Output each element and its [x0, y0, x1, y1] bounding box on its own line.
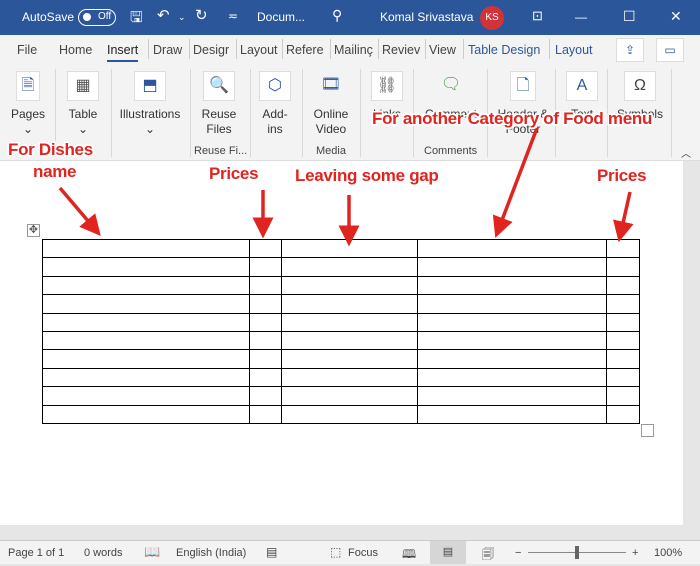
focus-icon[interactable]: ⬚: [330, 545, 341, 559]
arrow-dishes: [58, 186, 101, 237]
page-count[interactable]: Page 1 of 1: [8, 547, 64, 559]
annotation-another-category: For another Category of Food menu: [372, 109, 653, 128]
annotation-arrows: [58, 127, 634, 247]
language[interactable]: English (India): [176, 547, 246, 559]
zoom-out-button[interactable]: −: [515, 547, 521, 559]
annotation-prices-2: Prices: [597, 166, 647, 185]
zoom-level[interactable]: 100%: [654, 547, 682, 559]
proofing-icon[interactable]: 📖: [144, 544, 160, 560]
annotation-prices-1: Prices: [209, 164, 259, 183]
read-mode-icon[interactable]: 🕮: [402, 545, 416, 566]
arrow-prices-2: [613, 191, 634, 243]
annotation-gap: Leaving some gap: [295, 166, 439, 185]
print-layout-icon[interactable]: ▤: [430, 541, 466, 564]
accessibility-icon[interactable]: ▤: [266, 545, 277, 559]
zoom-slider-thumb[interactable]: [575, 546, 579, 559]
zoom-in-button[interactable]: +: [632, 547, 638, 559]
web-layout-icon[interactable]: 🗐: [482, 545, 494, 566]
word-count[interactable]: 0 words: [84, 547, 123, 559]
annotation-name: name: [33, 162, 77, 181]
focus-button[interactable]: Focus: [348, 547, 378, 559]
annotation-for-dishes: For Dishes: [8, 140, 93, 159]
arrow-another: [492, 127, 539, 238]
status-bar: Page 1 of 1 0 words 📖 English (India) ▤ …: [0, 540, 700, 564]
